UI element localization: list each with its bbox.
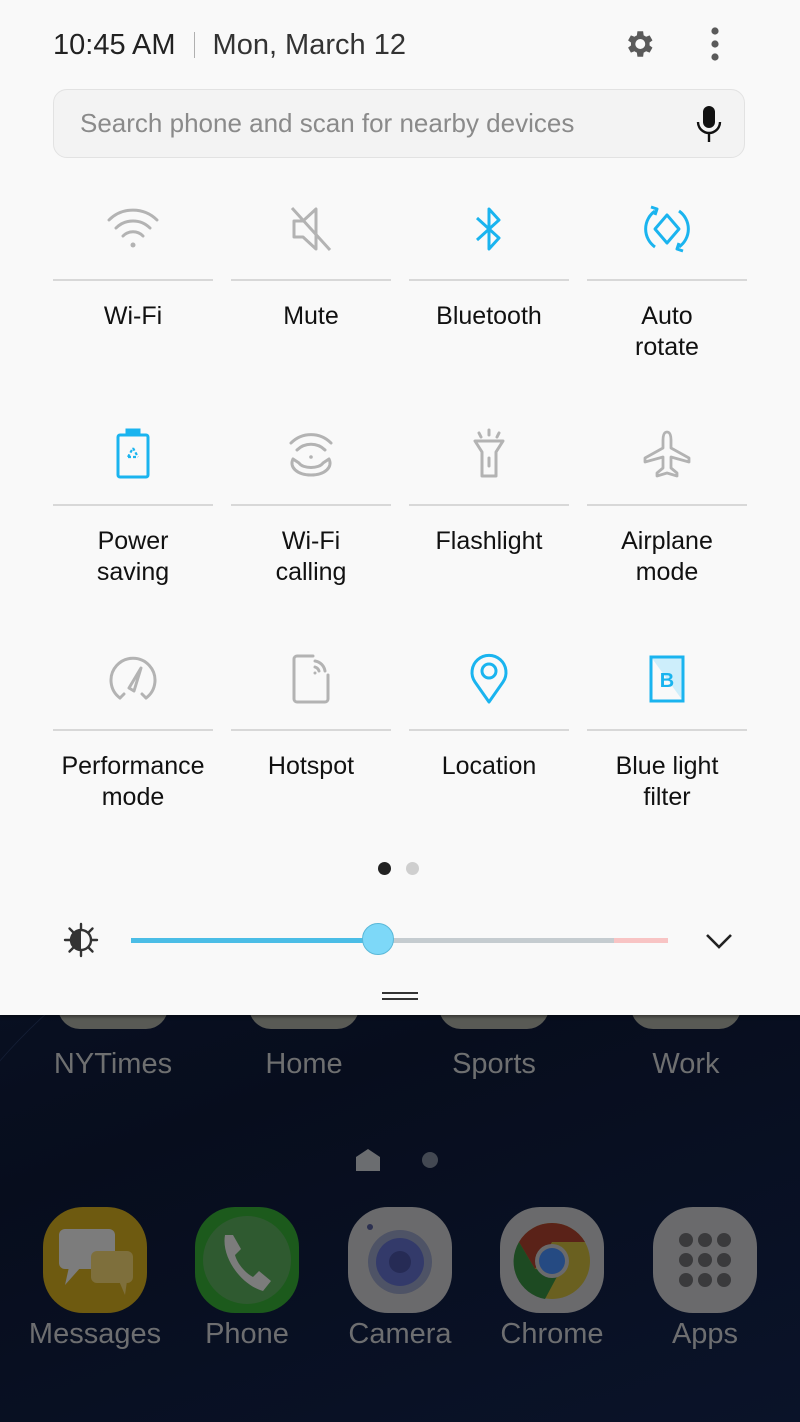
tile-label: Performance mode bbox=[61, 752, 205, 811]
tile-flashlight[interactable]: Flashlight bbox=[409, 410, 569, 635]
page-indicator bbox=[378, 862, 419, 875]
tile-divider bbox=[587, 504, 747, 506]
search-bar bbox=[53, 89, 745, 158]
tile-divider bbox=[409, 729, 569, 731]
page-dot bbox=[422, 1152, 438, 1168]
tile-label: Location bbox=[441, 752, 537, 780]
header-divider bbox=[193, 32, 195, 58]
more-options-button[interactable] bbox=[700, 25, 730, 63]
tile-label: Bluetooth bbox=[436, 302, 542, 330]
tile-mute[interactable]: Mute bbox=[231, 185, 391, 410]
chrome-icon bbox=[500, 1207, 604, 1313]
home-folders: NYTimes Home Sports Work bbox=[0, 1007, 800, 1105]
hotspot-icon bbox=[281, 649, 341, 709]
app-label: Apps bbox=[671, 1318, 739, 1350]
folder-label: Home bbox=[265, 1048, 343, 1080]
folder-label: Sports bbox=[452, 1048, 536, 1080]
chevron-down-icon bbox=[706, 934, 732, 949]
folder-label: NYTimes bbox=[53, 1048, 173, 1080]
slider-thumb[interactable] bbox=[362, 923, 395, 955]
gear-icon bbox=[628, 31, 653, 57]
wifi-calling-icon bbox=[281, 424, 341, 484]
tile-label: Mute bbox=[283, 302, 339, 330]
auto-rotate-icon bbox=[637, 199, 697, 259]
tile-divider bbox=[409, 279, 569, 281]
camera-icon bbox=[348, 1207, 452, 1313]
tile-divider bbox=[53, 504, 213, 506]
dock: Messages Phone Camera Chrome Apps bbox=[0, 1205, 800, 1385]
voice-search-button[interactable] bbox=[690, 104, 728, 144]
mute-icon bbox=[281, 199, 341, 259]
brightness-icon[interactable] bbox=[62, 921, 100, 959]
more-vertical-icon bbox=[711, 27, 719, 61]
blue-light-filter-icon: B bbox=[637, 649, 697, 709]
flashlight-icon bbox=[459, 424, 519, 484]
tile-bluetooth[interactable]: Bluetooth bbox=[409, 185, 569, 410]
tile-divider bbox=[587, 279, 747, 281]
tile-label: Wi-Fi calling bbox=[275, 527, 347, 586]
microphone-icon bbox=[696, 106, 722, 142]
tile-label: Hotspot bbox=[267, 752, 355, 780]
tile-divider bbox=[53, 279, 213, 281]
messages-icon bbox=[43, 1207, 147, 1313]
panel-drag-handle[interactable] bbox=[382, 992, 418, 1002]
home-page-icon bbox=[356, 1149, 380, 1171]
tile-auto-rotate[interactable]: Auto rotate bbox=[587, 185, 747, 410]
settings-button[interactable] bbox=[620, 25, 658, 63]
location-icon bbox=[459, 649, 519, 709]
tile-wifi[interactable]: Wi-Fi bbox=[53, 185, 213, 410]
tile-performance-mode[interactable]: Performance mode bbox=[53, 635, 213, 860]
tile-label: Airplane mode bbox=[621, 527, 713, 586]
tile-power-saving[interactable]: Power saving bbox=[53, 410, 213, 635]
tile-divider bbox=[231, 729, 391, 731]
dock-app-messages[interactable]: Messages bbox=[25, 1205, 165, 1375]
power-saving-icon bbox=[103, 424, 163, 484]
tile-label: Flashlight bbox=[435, 527, 543, 555]
dock-app-camera[interactable]: Camera bbox=[330, 1205, 470, 1375]
tile-label: Auto rotate bbox=[635, 302, 699, 361]
tile-divider bbox=[409, 504, 569, 506]
panel-header: 10:45 AM Mon, March 12 bbox=[53, 22, 406, 68]
slider-fill bbox=[131, 938, 379, 943]
tile-blue-light-filter[interactable]: B Blue light filter bbox=[587, 635, 747, 860]
expand-brightness-button[interactable] bbox=[700, 922, 738, 960]
tile-divider bbox=[587, 729, 747, 731]
tile-wifi-calling[interactable]: Wi-Fi calling bbox=[231, 410, 391, 635]
date[interactable]: Mon, March 12 bbox=[213, 29, 406, 62]
tile-label: Wi-Fi bbox=[103, 302, 163, 330]
tile-divider bbox=[231, 504, 391, 506]
page-dot-1[interactable] bbox=[378, 862, 391, 875]
wifi-icon bbox=[103, 199, 163, 259]
tile-label: Power saving bbox=[96, 527, 170, 586]
airplane-icon bbox=[637, 424, 697, 484]
tile-divider bbox=[231, 279, 391, 281]
dock-app-phone[interactable]: Phone bbox=[177, 1205, 317, 1375]
apps-grid-icon bbox=[653, 1207, 757, 1313]
folder-label: Work bbox=[652, 1048, 720, 1080]
dock-app-chrome[interactable]: Chrome bbox=[482, 1205, 622, 1375]
svg-text:B: B bbox=[660, 670, 674, 692]
performance-icon bbox=[103, 649, 163, 709]
phone-icon bbox=[195, 1207, 299, 1313]
clock: 10:45 AM bbox=[53, 28, 176, 61]
dock-app-apps[interactable]: Apps bbox=[635, 1205, 775, 1375]
tile-hotspot[interactable]: Hotspot bbox=[231, 635, 391, 860]
bluetooth-icon bbox=[459, 199, 519, 259]
brightness-slider[interactable] bbox=[131, 920, 668, 960]
slider-high-range bbox=[614, 938, 668, 943]
tile-label: Blue light filter bbox=[615, 752, 719, 811]
search-input[interactable] bbox=[80, 90, 670, 157]
page-dot-2[interactable] bbox=[406, 862, 419, 875]
tile-divider bbox=[53, 729, 213, 731]
tile-location[interactable]: Location bbox=[409, 635, 569, 860]
quick-settings-panel: 10:45 AM Mon, March 12 Wi-Fi Mute bbox=[0, 0, 800, 1015]
home-page-indicator bbox=[356, 1148, 446, 1174]
tile-airplane[interactable]: Airplane mode bbox=[587, 410, 747, 635]
